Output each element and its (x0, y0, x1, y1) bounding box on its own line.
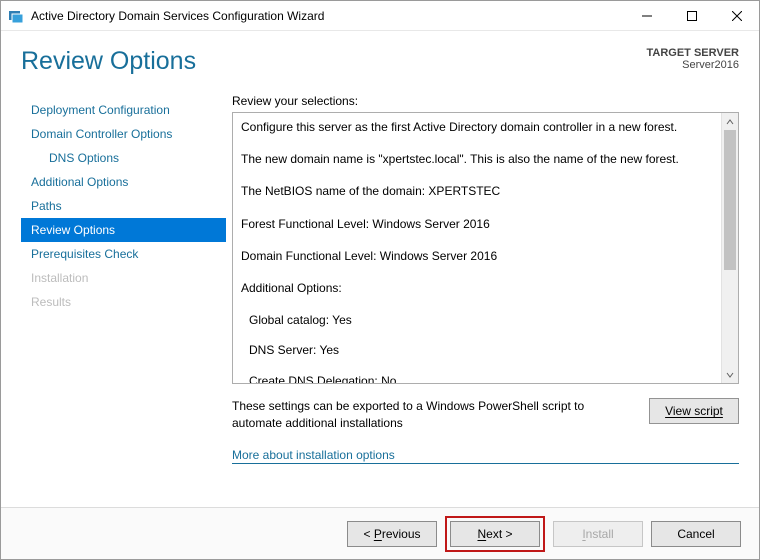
review-line: Configure this server as the first Activ… (241, 119, 713, 135)
footer: < Previous Next > Install Cancel (1, 507, 759, 559)
target-label: TARGET SERVER (647, 47, 740, 59)
previous-button[interactable]: < Previous (347, 521, 437, 547)
sidebar-item-additional-options[interactable]: Additional Options (21, 170, 226, 194)
scroll-down-icon[interactable] (722, 366, 738, 383)
review-line: Forest Functional Level: Windows Server … (241, 216, 713, 232)
sidebar-item-results: Results (21, 290, 226, 314)
sidebar-item-review-options[interactable]: Review Options (21, 218, 226, 242)
page-title: Review Options (21, 47, 196, 76)
sidebar: Deployment ConfigurationDomain Controlle… (21, 94, 226, 507)
sidebar-item-deployment-configuration[interactable]: Deployment Configuration (21, 98, 226, 122)
scrollbar[interactable] (721, 113, 738, 383)
sidebar-item-installation: Installation (21, 266, 226, 290)
review-text: Configure this server as the first Activ… (233, 113, 721, 383)
target-value: Server2016 (647, 59, 740, 71)
cancel-button[interactable]: Cancel (651, 521, 741, 547)
install-button: Install (553, 521, 643, 547)
titlebar: Active Directory Domain Services Configu… (1, 1, 759, 31)
window-title: Active Directory Domain Services Configu… (31, 9, 624, 23)
export-text: These settings can be exported to a Wind… (232, 398, 635, 432)
more-info-link[interactable]: More about installation options (232, 448, 739, 464)
sidebar-item-paths[interactable]: Paths (21, 194, 226, 218)
sidebar-item-dns-options[interactable]: DNS Options (21, 146, 226, 170)
review-line: Domain Functional Level: Windows Server … (241, 248, 713, 264)
target-server: TARGET SERVER Server2016 (647, 47, 740, 71)
review-line: Global catalog: Yes (241, 312, 713, 328)
sidebar-item-domain-controller-options[interactable]: Domain Controller Options (21, 122, 226, 146)
review-line: The NetBIOS name of the domain: XPERTSTE… (241, 183, 713, 199)
sidebar-item-prerequisites-check[interactable]: Prerequisites Check (21, 242, 226, 266)
next-button[interactable]: Next > (450, 521, 540, 547)
wizard-window: Active Directory Domain Services Configu… (0, 0, 760, 560)
main-area: Deployment ConfigurationDomain Controlle… (21, 94, 739, 507)
review-panel: Review your selections: Configure this s… (226, 94, 739, 507)
next-button-highlight: Next > (445, 516, 545, 552)
app-icon (7, 7, 25, 25)
review-heading: Review your selections: (232, 94, 739, 108)
content-area: Review Options TARGET SERVER Server2016 … (1, 31, 759, 507)
review-line: Create DNS Delegation: No (241, 373, 713, 384)
close-button[interactable] (714, 1, 759, 30)
window-buttons (624, 1, 759, 30)
review-box: Configure this server as the first Activ… (232, 112, 739, 384)
review-line: DNS Server: Yes (241, 342, 713, 358)
review-line: The new domain name is "xpertstec.local"… (241, 151, 713, 167)
export-row: These settings can be exported to a Wind… (232, 398, 739, 432)
scroll-up-icon[interactable] (722, 113, 738, 130)
header-row: Review Options TARGET SERVER Server2016 (21, 47, 739, 76)
view-script-button[interactable]: View script (649, 398, 739, 424)
maximize-button[interactable] (669, 1, 714, 30)
scroll-thumb[interactable] (724, 130, 736, 270)
minimize-button[interactable] (624, 1, 669, 30)
review-line: Additional Options: (241, 280, 713, 296)
